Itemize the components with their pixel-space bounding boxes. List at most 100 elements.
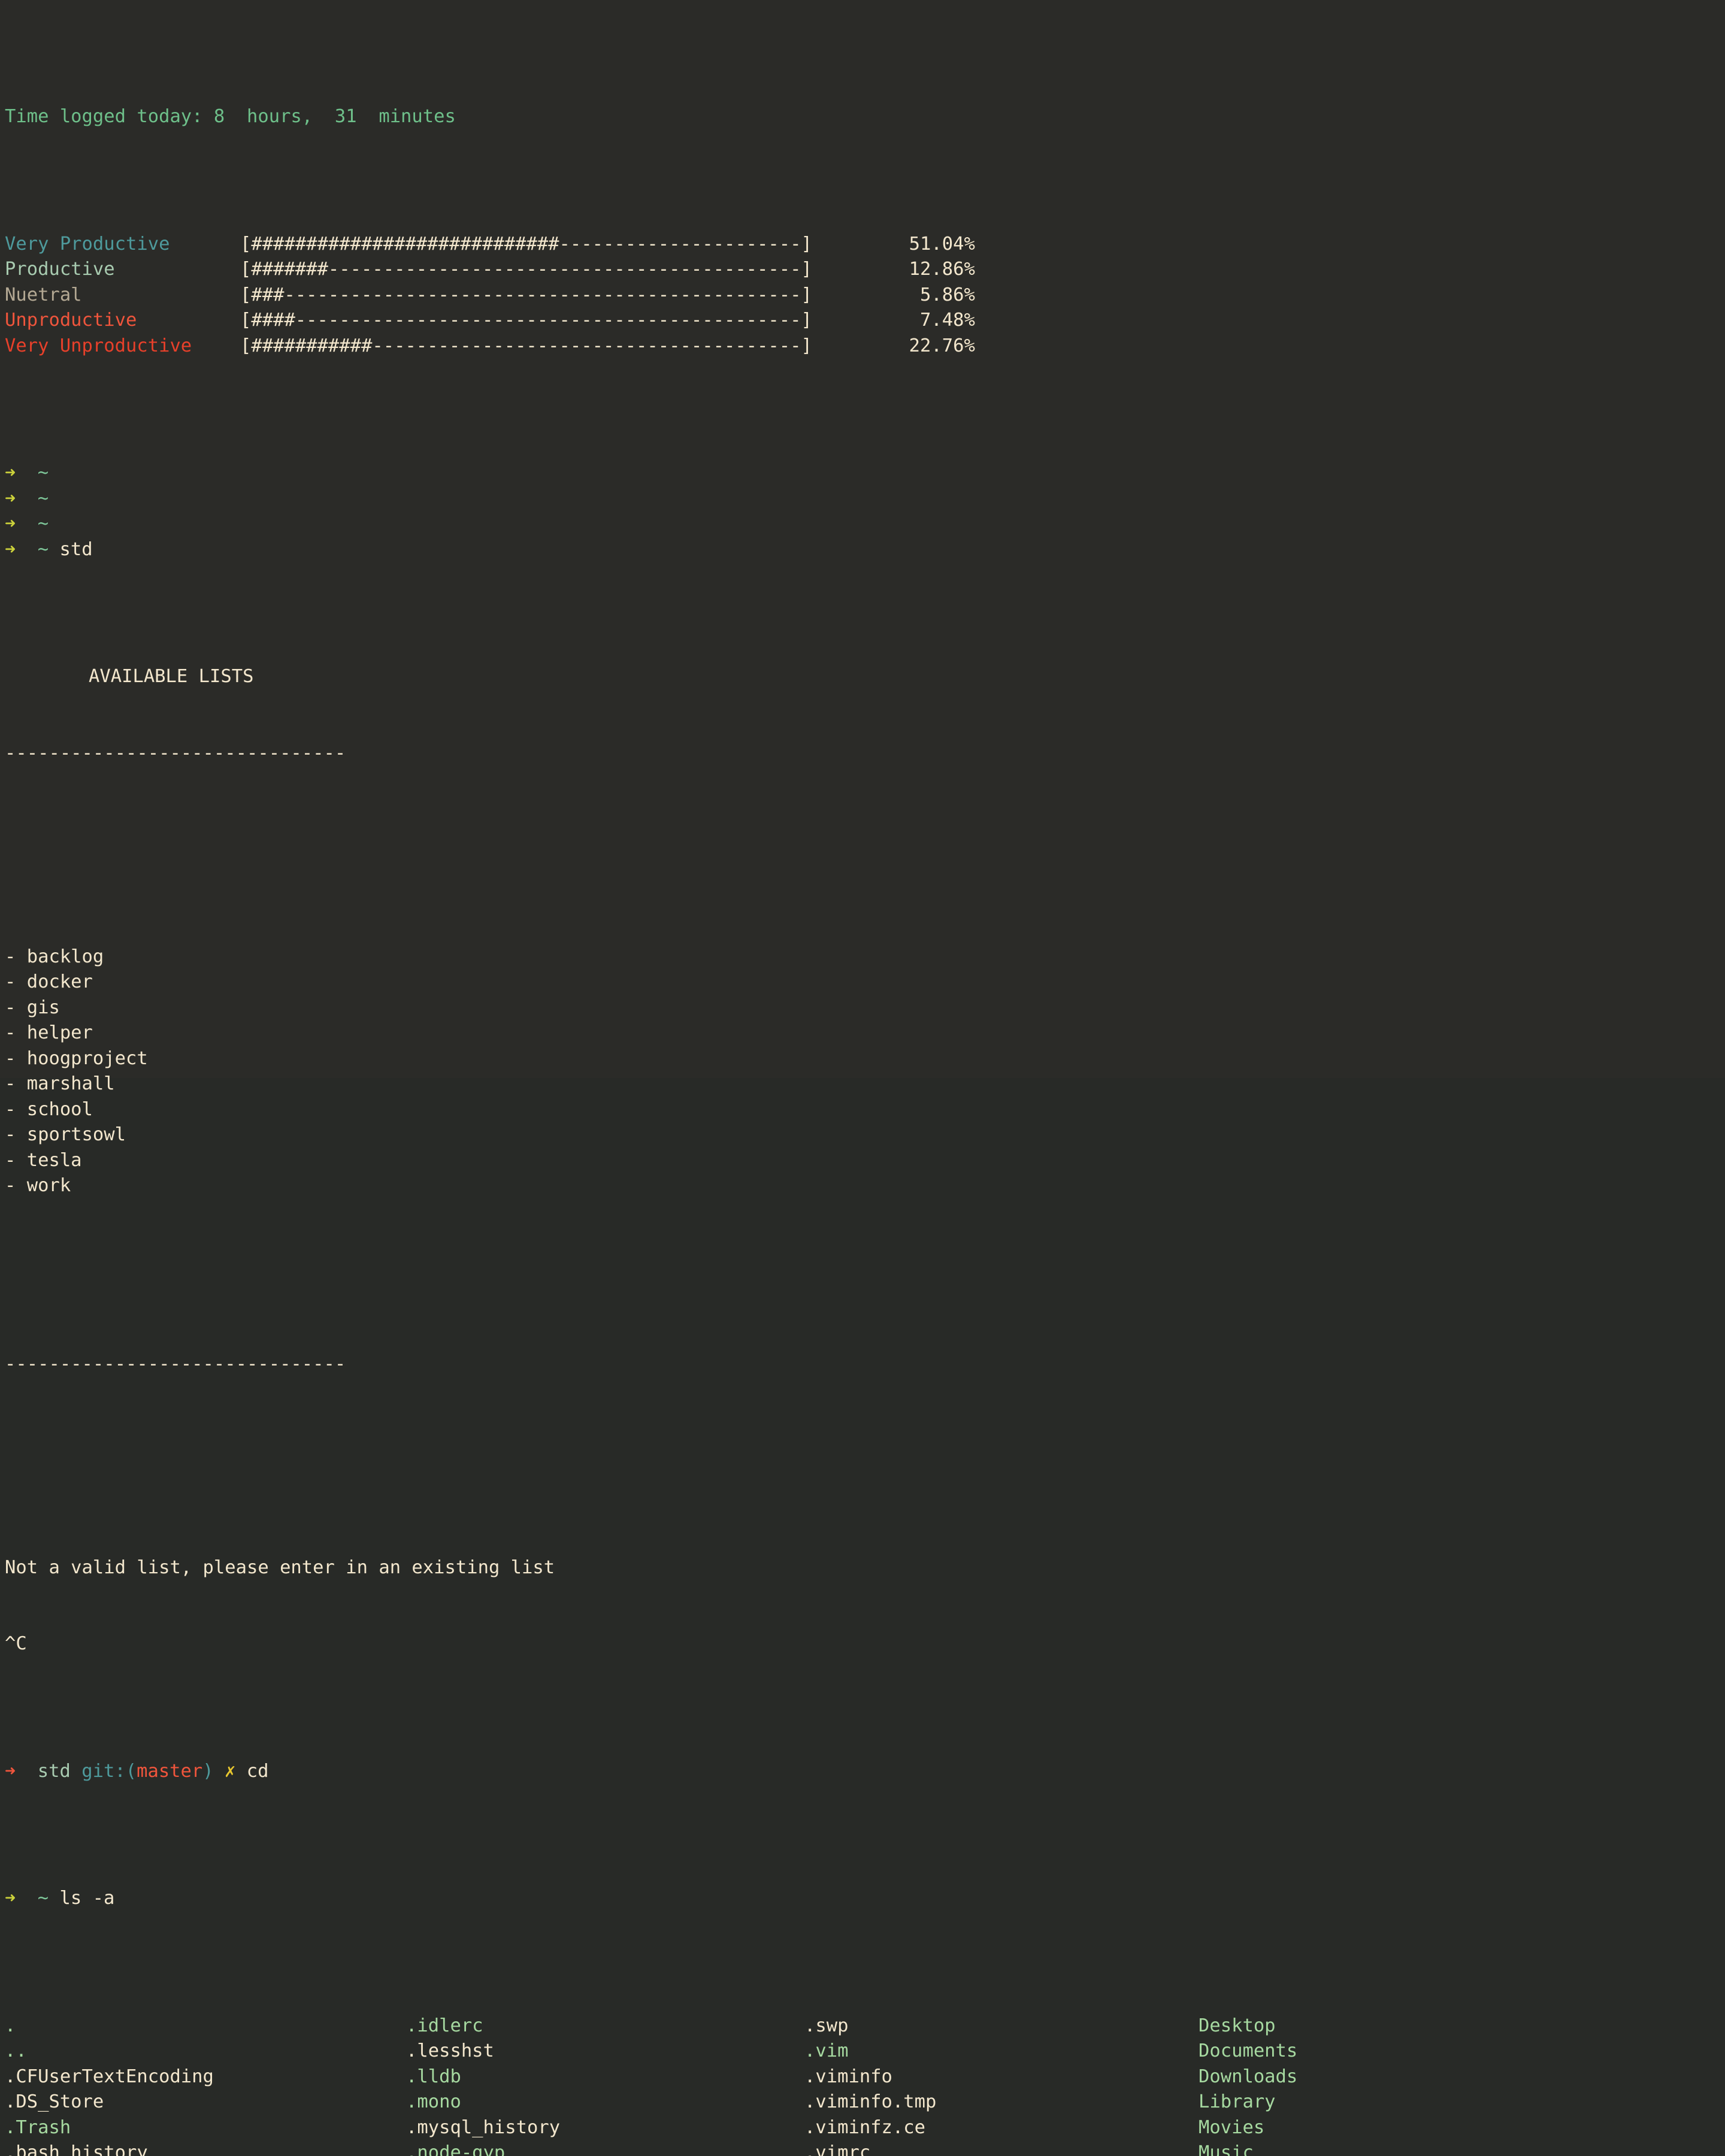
list-item: - hoogproject <box>5 1046 1725 1072</box>
ls-entry: Music <box>1199 2140 1330 2156</box>
ls-entry: .Trash <box>5 2115 225 2141</box>
productivity-bar: [###------------------------------------… <box>240 283 812 308</box>
ls-entry: Downloads <box>1199 2064 1330 2090</box>
error-message: Not a valid list, please enter in an exi… <box>5 1555 1725 1581</box>
prompt-line[interactable]: ➜ ~ <box>5 486 1725 512</box>
list-item: - school <box>5 1097 1725 1123</box>
prompt-space-2 <box>71 1761 81 1782</box>
productivity-bar: [###########----------------------------… <box>240 334 812 359</box>
ls-entry: Movies <box>1199 2115 1330 2141</box>
prompt-space-1 <box>16 1761 38 1782</box>
productivity-label: Very Unproductive <box>5 334 240 359</box>
list-item: - sportsowl <box>5 1122 1725 1148</box>
prompt-path: ~ <box>38 513 49 534</box>
prompt-history: ➜ ~➜ ~➜ ~➜ ~ std <box>5 461 1725 562</box>
productivity-percent: 12.86% <box>855 257 975 283</box>
prompt-space <box>16 488 38 509</box>
prompt-space <box>49 539 59 560</box>
prompt-arrow-icon: ➜ <box>5 1761 16 1782</box>
prompt-space-4 <box>235 1761 246 1782</box>
git-prefix: git:( <box>81 1761 137 1782</box>
ls-entry: .viminfo.tmp <box>804 2090 980 2115</box>
ls-entry: .vimrc <box>804 2140 980 2156</box>
list-item: - marshall <box>5 1071 1725 1097</box>
ls-entry: .vim <box>804 2039 980 2064</box>
available-lists-heading-text: AVAILABLE LISTS <box>5 666 253 687</box>
productivity-percent: 7.48% <box>855 308 975 334</box>
ls-entry: Desktop <box>1199 2013 1330 2039</box>
ls-entry: .idlerc <box>406 2013 604 2039</box>
available-lists-items: - backlog- docker- gis- helper- hoogproj… <box>5 944 1725 1199</box>
ls-entry: .. <box>5 2039 225 2064</box>
prompt-space <box>16 462 38 483</box>
lists-separator-top: ------------------------------- <box>5 741 1725 767</box>
ls-column-4: DesktopDocumentsDownloadsLibraryMoviesMu… <box>1199 2013 1330 2156</box>
productivity-row: Productive[#######----------------------… <box>5 257 1725 283</box>
ls-entry: .bash_history <box>5 2140 225 2156</box>
prompt-path: ~ <box>38 462 49 483</box>
prompt-path: ~ <box>38 539 49 560</box>
ls-column-1: ....CFUserTextEncoding.DS_Store.Trash.ba… <box>5 2013 225 2156</box>
list-item: - helper <box>5 1021 1725 1046</box>
ls-entry: .viminfz.ce <box>804 2115 980 2141</box>
git-suffix: ) <box>202 1761 213 1782</box>
productivity-percent: 5.86% <box>855 283 975 308</box>
productivity-row: Very Unproductive[###########-----------… <box>5 334 1725 359</box>
lists-separator-bottom: ------------------------------- <box>5 1352 1725 1377</box>
prompt-path: ~ <box>38 488 49 509</box>
spacer-line-2 <box>5 1275 1725 1301</box>
list-item: - backlog <box>5 944 1725 970</box>
prompt-arrow-icon: ➜ <box>5 1888 16 1909</box>
ls-entry: .CFUserTextEncoding <box>5 2064 225 2090</box>
ls-prompt-path: ~ <box>38 1888 49 1909</box>
git-dirty-icon: ✗ <box>225 1761 235 1782</box>
ls-entry: .mysql_history <box>406 2115 604 2141</box>
ls-entry: .lldb <box>406 2064 604 2090</box>
productivity-label: Productive <box>5 257 240 283</box>
productivity-bar: [#######--------------------------------… <box>240 257 812 283</box>
prompt-line[interactable]: ➜ ~ std <box>5 537 1725 563</box>
ls-entry: .mono <box>406 2090 604 2115</box>
prompt-arrow-icon: ➜ <box>5 488 16 509</box>
productivity-label: Unproductive <box>5 308 240 334</box>
git-prompt-command: cd <box>247 1761 269 1782</box>
prompt-space-6 <box>49 1888 59 1909</box>
list-item: - docker <box>5 970 1725 995</box>
spacer-line-1 <box>5 817 1725 843</box>
ls-entry: .DS_Store <box>5 2090 225 2115</box>
ls-entry: .swp <box>804 2013 980 2039</box>
productivity-bar: [############################-----------… <box>240 232 812 258</box>
prompt-line[interactable]: ➜ ~ <box>5 461 1725 486</box>
prompt-space <box>16 513 38 534</box>
prompt-arrow-icon: ➜ <box>5 462 16 483</box>
ls-column-3: .swp.vim.viminfo.viminfo.tmp.viminfz.ce.… <box>804 2013 980 2156</box>
prompt-space <box>16 539 38 560</box>
ls-entry: .node-gyp <box>406 2140 604 2156</box>
terminal-screen: Time logged today: 8 hours, 31 minutes V… <box>0 0 1725 2156</box>
ls-entry: Documents <box>1199 2039 1330 2064</box>
productivity-row: Very Productive[########################… <box>5 232 1725 258</box>
productivity-row: Unproductive[####-----------------------… <box>5 308 1725 334</box>
ls-entry: . <box>5 2013 225 2039</box>
prompt-arrow-icon: ➜ <box>5 513 16 534</box>
ls-prompt-line[interactable]: ➜ ~ ls -a <box>5 1886 1725 1912</box>
productivity-bars: Very Productive[########################… <box>5 232 1725 359</box>
ls-column-2: .idlerc.lesshst.lldb.mono.mysql_history.… <box>406 2013 604 2156</box>
prompt-arrow-icon: ➜ <box>5 539 16 560</box>
prompt-line[interactable]: ➜ ~ <box>5 511 1725 537</box>
list-item: - tesla <box>5 1148 1725 1174</box>
ls-entry: .lesshst <box>406 2039 604 2064</box>
terminal-window[interactable]: Time logged today: 8 hours, 31 minutes V… <box>0 0 1725 1078</box>
spacer-line-3 <box>5 1428 1725 1454</box>
ls-entry: .viminfo <box>804 2064 980 2090</box>
ls-prompt-command: ls -a <box>60 1888 115 1909</box>
interrupt-signal: ^C <box>5 1631 1725 1657</box>
productivity-bar: [####-----------------------------------… <box>240 308 812 334</box>
git-prompt-line[interactable]: ➜ std git:(master) ✗ cd <box>5 1759 1725 1785</box>
productivity-percent: 22.76% <box>855 334 975 359</box>
git-branch-name: master <box>137 1761 202 1782</box>
prompt-command: std <box>60 539 93 560</box>
list-item: - gis <box>5 995 1725 1021</box>
available-lists-heading: AVAILABLE LISTS <box>5 664 1725 690</box>
list-item: - work <box>5 1173 1725 1199</box>
